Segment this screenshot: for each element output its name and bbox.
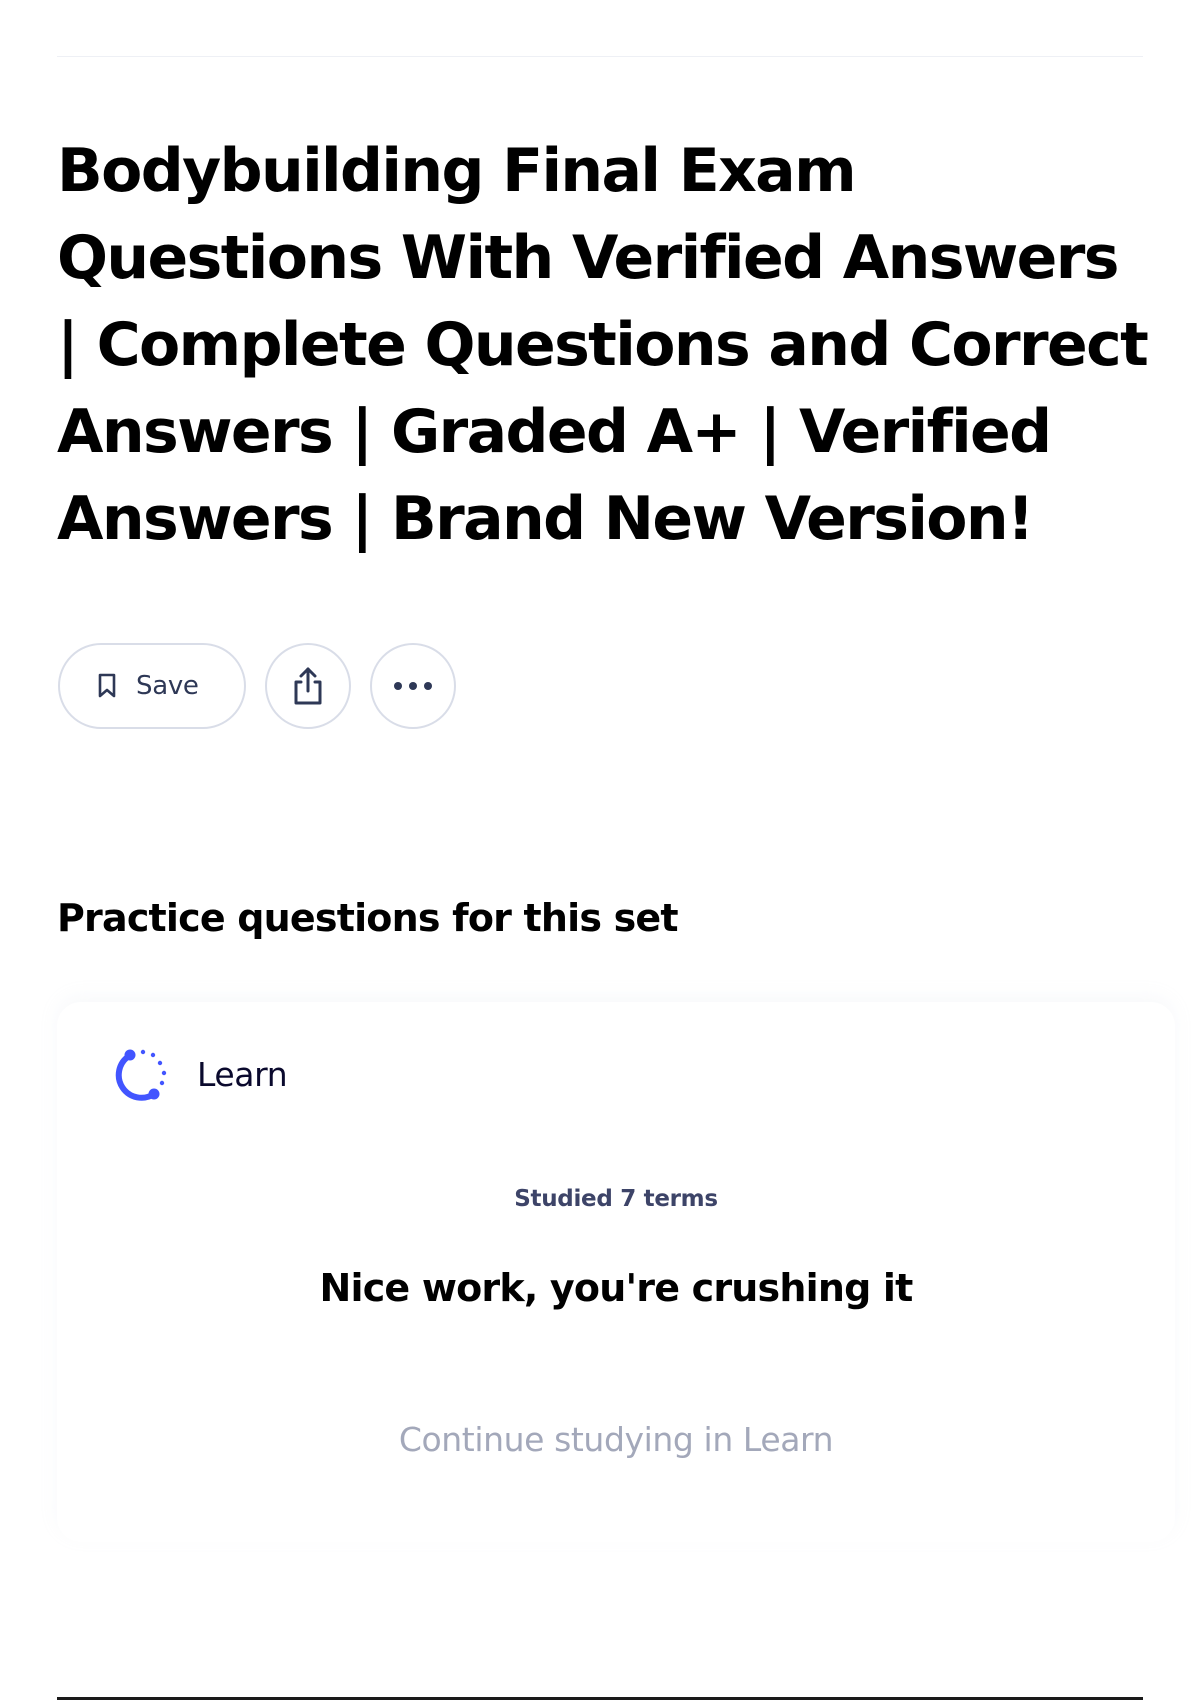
share-icon — [291, 665, 325, 707]
set-title: Bodybuilding Final Exam Questions With V… — [57, 136, 1149, 554]
learn-card[interactable]: Learn Studied 7 terms Nice work, you're … — [57, 1002, 1175, 1542]
practice-section-heading: Practice questions for this set — [57, 896, 679, 940]
top-divider — [57, 56, 1143, 57]
more-horizontal-icon — [392, 681, 434, 691]
bookmark-icon — [98, 673, 116, 699]
learn-card-header: Learn — [113, 1044, 288, 1104]
continue-learn-link[interactable]: Continue studying in Learn — [57, 1420, 1175, 1459]
page: Bodybuilding Final Exam Questions With V… — [0, 0, 1200, 1700]
save-label: Save — [136, 671, 199, 701]
studied-count: Studied 7 terms — [514, 1186, 718, 1212]
learn-card-title: Learn — [197, 1054, 288, 1094]
share-button[interactable] — [265, 643, 351, 729]
set-actions: Save — [58, 643, 456, 729]
save-button[interactable]: Save — [58, 643, 246, 729]
learn-progress-icon — [113, 1044, 173, 1104]
progress-message: Nice work, you're crushing it — [319, 1266, 913, 1310]
more-options-button[interactable] — [370, 643, 456, 729]
